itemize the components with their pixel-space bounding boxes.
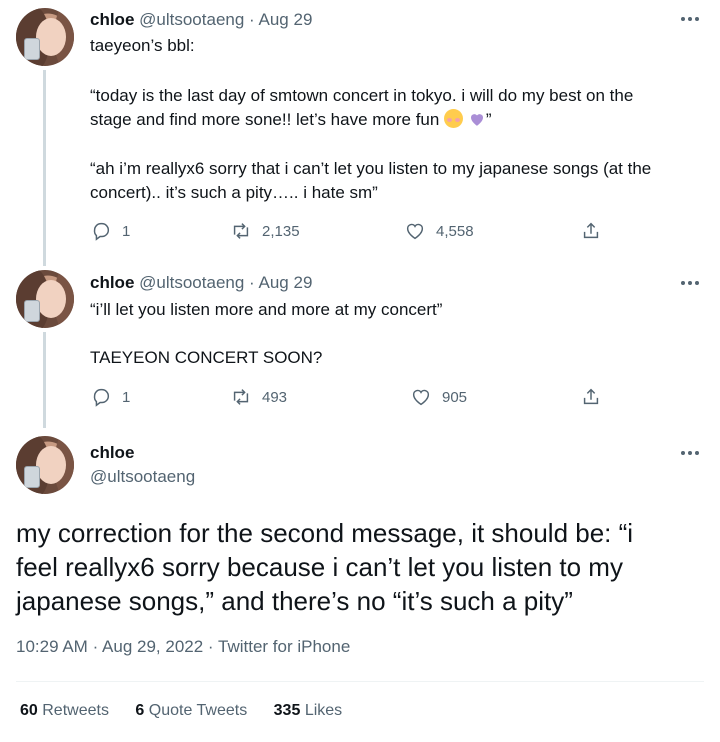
share-button[interactable] bbox=[580, 386, 602, 408]
reply-button[interactable]: 1 bbox=[90, 386, 130, 408]
smiling-face-emoji bbox=[444, 109, 464, 128]
user-handle[interactable]: @ultsootaeng bbox=[139, 10, 244, 29]
retweets-stat[interactable]: 60 Retweets bbox=[20, 702, 109, 719]
tweet-stats: 60 Retweets 6 Quote Tweets 335 Likes bbox=[20, 702, 364, 720]
tweet-line: stage and find more sone!! let’s have mo… bbox=[90, 110, 440, 129]
tweet-actions: 1 493 905 bbox=[90, 386, 620, 410]
thread-line bbox=[43, 332, 46, 428]
quotes-label: Quote Tweets bbox=[148, 702, 248, 719]
display-name[interactable]: chloe bbox=[90, 273, 134, 292]
tweet-header: chloe @ultsootaeng · Aug 29 bbox=[90, 273, 312, 293]
avatar[interactable] bbox=[16, 436, 74, 494]
quote-end: ” bbox=[485, 110, 492, 129]
reply-count: 1 bbox=[122, 388, 131, 406]
likes-stat[interactable]: 335 Likes bbox=[274, 702, 343, 719]
tweet-date[interactable]: Aug 29 bbox=[259, 10, 313, 29]
retweets-label: Retweets bbox=[42, 702, 109, 719]
divider bbox=[16, 681, 704, 682]
share-icon bbox=[583, 388, 599, 405]
more-icon[interactable] bbox=[678, 14, 702, 24]
retweets-count: 60 bbox=[20, 702, 38, 719]
tweet-line: “i’ll let you listen more and more at my… bbox=[90, 300, 443, 319]
separator: · bbox=[249, 273, 255, 292]
thread-line bbox=[43, 70, 46, 266]
share-button[interactable] bbox=[580, 220, 602, 242]
retweet-button[interactable]: 493 bbox=[230, 386, 287, 408]
avatar[interactable] bbox=[16, 8, 74, 66]
likes-count: 335 bbox=[273, 702, 301, 719]
heart-icon bbox=[412, 389, 430, 406]
share-icon bbox=[583, 222, 599, 239]
retweet-count: 2,135 bbox=[262, 222, 300, 240]
separator: · bbox=[249, 10, 255, 29]
likes-label: Likes bbox=[304, 702, 343, 719]
quote-tweets-stat[interactable]: 6 Quote Tweets bbox=[135, 702, 247, 719]
reply-button[interactable]: 1 bbox=[90, 220, 130, 242]
separator: · bbox=[92, 637, 99, 656]
separator: · bbox=[207, 637, 214, 656]
more-icon[interactable] bbox=[678, 448, 702, 458]
like-count: 4,558 bbox=[436, 222, 474, 240]
purple-heart-emoji bbox=[470, 114, 483, 126]
reply-icon bbox=[93, 222, 110, 241]
tweet-line: concert).. it’s such a pity….. i hate sm… bbox=[90, 183, 378, 202]
avatar[interactable] bbox=[16, 270, 74, 328]
tweet-full-date[interactable]: Aug 29, 2022 bbox=[102, 637, 203, 656]
retweet-icon bbox=[233, 389, 249, 405]
tweet-source[interactable]: Twitter for iPhone bbox=[218, 637, 350, 656]
tweet-line: my correction for the second message, it… bbox=[16, 518, 634, 548]
tweet-line: “today is the last day of smtown concert… bbox=[90, 86, 634, 105]
heart-icon bbox=[406, 223, 424, 240]
tweet-line: TAEYEON CONCERT SOON? bbox=[90, 348, 323, 367]
user-handle[interactable]: @ultsootaeng bbox=[90, 467, 195, 487]
display-name[interactable]: chloe bbox=[90, 10, 134, 29]
like-count: 905 bbox=[442, 388, 468, 406]
display-name[interactable]: chloe bbox=[90, 443, 134, 463]
tweet-line: feel reallyx6 sorry because i can’t let … bbox=[16, 552, 623, 582]
tweet-line: japanese songs,” and there’s no “it’s su… bbox=[16, 586, 573, 616]
reply-icon bbox=[93, 388, 110, 407]
tweet-body: my correction for the second message, it… bbox=[16, 516, 706, 618]
quotes-count: 6 bbox=[135, 702, 145, 719]
tweet-line: taeyeon’s bbl: bbox=[90, 36, 195, 55]
like-button[interactable]: 4,558 bbox=[404, 220, 474, 242]
retweet-button[interactable]: 2,135 bbox=[230, 220, 300, 242]
user-handle[interactable]: @ultsootaeng bbox=[139, 273, 244, 292]
tweet-line-with-emoji: stage and find more sone!! let’s have mo… bbox=[90, 108, 491, 132]
tweet-date[interactable]: Aug 29 bbox=[259, 273, 313, 292]
retweet-icon bbox=[233, 223, 249, 239]
tweet-header: chloe @ultsootaeng · Aug 29 bbox=[90, 10, 312, 30]
retweet-count: 493 bbox=[262, 388, 288, 406]
tweet-meta: 10:29 AM · Aug 29, 2022 · Twitter for iP… bbox=[16, 637, 350, 657]
tweet-actions: 1 2,135 4,558 bbox=[90, 220, 620, 244]
tweet-line: “ah i’m reallyx6 sorry that i can’t let … bbox=[90, 159, 652, 178]
tweet-time[interactable]: 10:29 AM bbox=[16, 637, 88, 656]
more-icon[interactable] bbox=[678, 278, 702, 288]
like-button[interactable]: 905 bbox=[410, 386, 467, 408]
reply-count: 1 bbox=[122, 222, 131, 240]
